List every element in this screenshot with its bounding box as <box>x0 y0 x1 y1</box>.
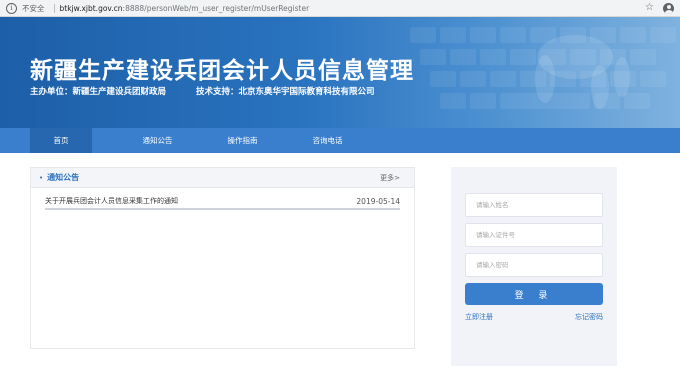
nav-item-home[interactable]: 首页 <box>30 128 92 153</box>
login-button[interactable]: 登 录 <box>465 283 603 305</box>
forgot-password-link[interactable]: 忘记密码 <box>575 312 603 322</box>
account-icon[interactable] <box>663 2 674 14</box>
main-nav: 首页 通知公告 操作指南 咨询电话 <box>0 128 680 153</box>
security-label[interactable]: 不安全 <box>22 3 45 14</box>
notice-panel: • 通知公告 更多> 关于开展兵团会计人员信息采集工作的通知 2019-05-1… <box>30 167 415 349</box>
nav-item-notices[interactable]: 通知公告 <box>115 128 200 153</box>
password-input[interactable] <box>465 253 603 277</box>
banner-subtitle: 主办单位：新疆生产建设兵团财政局 技术支持：北京东奥华宇国际教育科技有限公司 <box>30 85 375 97</box>
url-path[interactable]: :8888/personWeb/m_user_register/mUserReg… <box>123 4 310 13</box>
notice-item-title[interactable]: 关于开展兵团会计人员信息采集工作的通知 <box>45 196 178 206</box>
more-link[interactable]: 更多> <box>380 173 400 183</box>
name-input[interactable] <box>465 193 603 217</box>
notice-item-date: 2019-05-14 <box>356 196 400 206</box>
star-icon[interactable]: ☆ <box>645 3 654 13</box>
register-link[interactable]: 立即注册 <box>465 312 493 322</box>
notice-header: • 通知公告 更多> <box>31 168 414 188</box>
host-unit-text: 主办单位：新疆生产建设兵团财政局 <box>30 87 167 97</box>
url-host[interactable]: btkjw.xjbt.gov.cn <box>60 4 123 13</box>
site-title: 新疆生产建设兵团会计人员信息管理 <box>30 58 414 84</box>
nav-item-guide[interactable]: 操作指南 <box>200 128 285 153</box>
login-panel: 登 录 立即注册 忘记密码 <box>451 167 617 366</box>
info-circle-icon[interactable]: i <box>6 2 17 14</box>
nav-item-hotline[interactable]: 咨询电话 <box>285 128 370 153</box>
tech-support-text: 技术支持：北京东奥华宇国际教育科技有限公司 <box>196 87 375 97</box>
list-item[interactable]: 关于开展兵团会计人员信息采集工作的通知 2019-05-14 <box>45 194 400 210</box>
id-number-input[interactable] <box>465 223 603 247</box>
notice-panel-title: 通知公告 <box>47 173 80 182</box>
browser-address-bar: i 不安全 btkjw.xjbt.gov.cn :8888/personWeb/… <box>0 0 680 17</box>
url-separator <box>53 3 55 13</box>
bullet-icon: • <box>39 173 44 182</box>
site-banner: 新疆生产建设兵团会计人员信息管理 主办单位：新疆生产建设兵团财政局 技术支持：北京… <box>0 17 680 128</box>
browser-actions: ☆ <box>645 2 674 14</box>
